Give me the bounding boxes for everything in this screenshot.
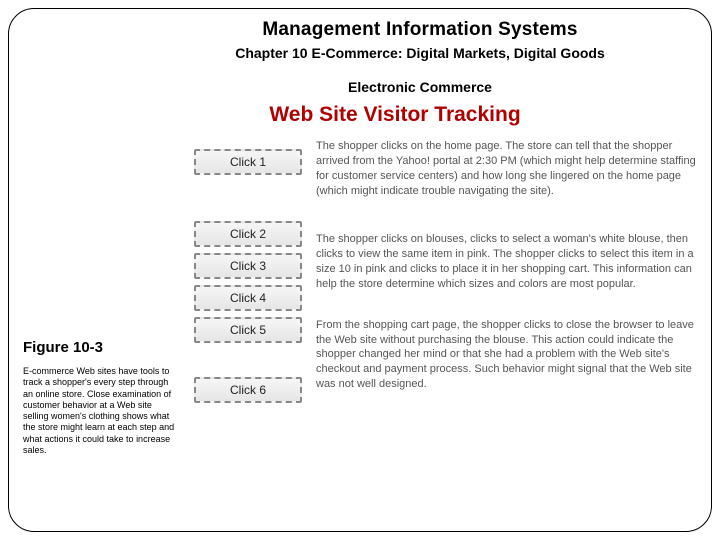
title-topic: Web Site Visitor Tracking [93, 103, 697, 127]
figure-caption: E-commerce Web sites have tools to track… [23, 366, 178, 456]
figure-label: Figure 10-3 [23, 339, 178, 356]
click-column: Click 1 Click 2 Click 3 Click 4 Click 5 … [194, 139, 302, 456]
click-5-button: Click 5 [194, 317, 302, 343]
slide-frame: Management Information Systems Chapter 1… [8, 8, 712, 532]
click-4-button: Click 4 [194, 285, 302, 311]
click-3-button: Click 3 [194, 253, 302, 279]
description-column: The shopper clicks on the home page. The… [316, 139, 697, 456]
diagram: Click 1 Click 2 Click 3 Click 4 Click 5 … [194, 139, 697, 456]
click-1-button: Click 1 [194, 149, 302, 175]
title-section: Electronic Commerce [143, 79, 697, 95]
content-area: Figure 10-3 E-commerce Web sites have to… [23, 139, 697, 456]
click-2-button: Click 2 [194, 221, 302, 247]
title-main: Management Information Systems [143, 19, 697, 41]
description-2: The shopper clicks on blouses, clicks to… [316, 232, 697, 291]
left-column: Figure 10-3 E-commerce Web sites have to… [23, 139, 178, 456]
click-6-button: Click 6 [194, 377, 302, 403]
description-1: The shopper clicks on the home page. The… [316, 139, 697, 198]
title-chapter: Chapter 10 E-Commerce: Digital Markets, … [143, 45, 697, 61]
slide-header: Management Information Systems Chapter 1… [143, 19, 697, 95]
description-3: From the shopping cart page, the shopper… [316, 318, 697, 392]
